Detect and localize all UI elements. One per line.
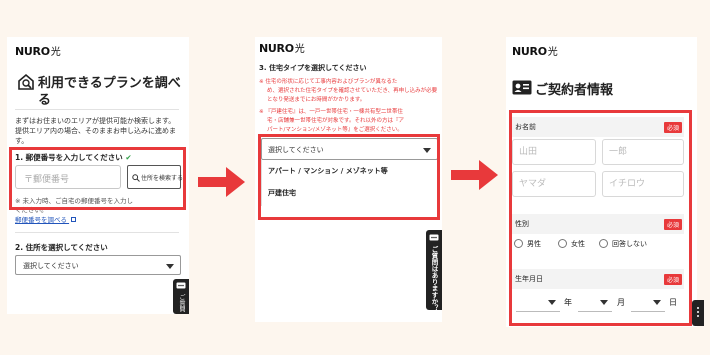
warning-note-1a: ※ 住宅の形状に応じて工事内容およびプランが異なるた	[259, 77, 397, 85]
house-search-icon	[18, 73, 34, 90]
nuro-logo: NURO光	[512, 43, 558, 58]
highlight-postal-step	[9, 147, 186, 210]
brand-name: NURO	[259, 42, 294, 55]
page-title: ご契約者情報	[535, 83, 614, 98]
address-select-value: 選択してください	[23, 262, 79, 270]
help-tab-label: ご質問	[178, 294, 185, 312]
brand-name: NURO	[15, 45, 50, 58]
help-tab[interactable]: ご質問	[173, 279, 189, 314]
divider-2	[15, 232, 179, 233]
chat-bubble-icon	[176, 282, 186, 289]
arrow-right-icon	[198, 167, 245, 197]
warning-note-2a-text: 『戸建住宅』は、一戸一世帯住宅・一棟共有型二世帯住	[265, 109, 403, 115]
intro-text-3: す。	[15, 137, 29, 145]
help-tab[interactable]: ご質問はありますか？	[426, 230, 442, 311]
brand-name: NURO	[512, 45, 547, 58]
intro-text-2: 提供エリア内の場合、そのままお申し込みに進めま	[15, 127, 176, 135]
page-title-cont: る	[38, 93, 52, 108]
warning-note-1a-text: 住宅の形状に応じて工事内容およびプランが異なるた	[265, 79, 398, 85]
highlight-housing-select	[258, 134, 440, 220]
id-card-icon	[512, 80, 532, 95]
highlight-contract-form	[509, 110, 692, 326]
brand-kanji: 光	[547, 47, 558, 58]
help-tab-edge[interactable]	[692, 300, 704, 326]
brand-kanji: 光	[50, 47, 61, 58]
address-select[interactable]: 選択してください	[15, 255, 181, 275]
chevron-down-icon	[166, 264, 174, 269]
step3-heading: 3. 住宅タイプを選択してください	[259, 64, 367, 72]
page-title: 利用できるプランを調べ	[38, 76, 181, 91]
intro-text-1: まずはお住まいのエリアが提供可能か検索します。	[15, 117, 176, 125]
step2-label: 2. 住所を選択してください	[15, 243, 108, 252]
warning-note-2c: パート/マンション/メゾネット等』をご選択ください。	[267, 127, 403, 133]
warning-note-1c: となり発送までにお時間がかかります。	[267, 97, 366, 103]
nuro-logo: NURO光	[15, 43, 61, 58]
chat-bubble-icon	[429, 234, 439, 241]
warning-note-2a: ※ 『戸建住宅』は、一戸一世帯住宅・一棟共有型二世帯住	[259, 107, 403, 115]
postal-lookup-link[interactable]: 郵便番号を調べる	[15, 214, 77, 224]
warning-note-2b: 宅・店舗兼一世帯住宅が対象です。それ以外の方は『ア	[267, 118, 404, 124]
arrow-right-icon	[451, 160, 498, 190]
brand-kanji: 光	[294, 44, 305, 55]
asterisk-icon: ※	[259, 109, 264, 115]
divider	[15, 109, 179, 110]
nuro-logo: NURO光	[259, 40, 305, 55]
help-tab-label: ご質問はありますか？	[430, 246, 438, 311]
chat-bubble-icon	[697, 307, 699, 317]
asterisk-icon: ※	[259, 79, 264, 85]
warning-note-1b: め、選択された住宅タイプを確認させていただき、再申し込みが必要	[267, 88, 438, 94]
external-link-icon	[71, 217, 77, 222]
postal-lookup-text: 郵便番号を調べる	[15, 216, 67, 224]
